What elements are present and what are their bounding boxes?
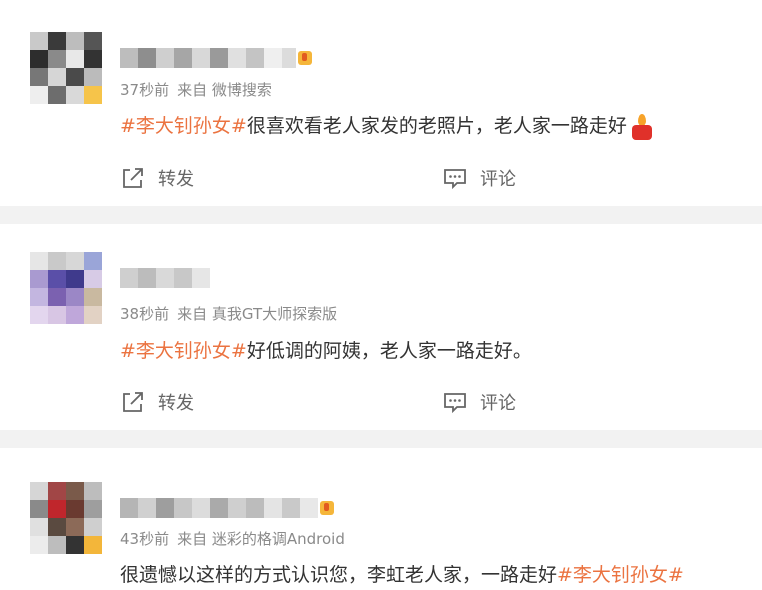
hashtag-link[interactable]: #李大钊孙女# xyxy=(557,564,684,586)
avatar[interactable] xyxy=(30,482,102,554)
hashtag-link[interactable]: #李大钊孙女# xyxy=(120,115,247,137)
vip-badge-icon xyxy=(320,501,334,515)
username[interactable] xyxy=(120,268,210,288)
post-time: 43秒前 xyxy=(120,530,170,548)
comment-label: 评论 xyxy=(480,393,516,414)
username[interactable] xyxy=(120,48,312,68)
hashtag-link[interactable]: #李大钊孙女# xyxy=(120,340,247,362)
post-body: 好低调的阿姨，老人家一路走好。 xyxy=(246,340,532,362)
post-text: 很遗憾以这样的方式认识您，李虹老人家，一路走好#李大钊孙女# xyxy=(120,560,684,587)
post-source: 来自 真我GT大师探索版 xyxy=(177,305,338,323)
post-body: 很遗憾以这样的方式认识您，李虹老人家，一路走好 xyxy=(120,564,558,586)
candle-icon xyxy=(631,113,653,140)
post-time: 38秒前 xyxy=(120,305,170,323)
repost-icon xyxy=(123,392,143,412)
repost-button[interactable]: 转发 xyxy=(120,164,194,192)
post-meta: 38秒前 来自 真我GT大师探索版 xyxy=(120,303,337,324)
avatar[interactable] xyxy=(30,252,102,324)
repost-button[interactable]: 转发 xyxy=(120,388,194,416)
comment-label: 评论 xyxy=(480,169,516,190)
post-time: 37秒前 xyxy=(120,81,170,99)
post-card: 43秒前 来自 迷彩的格调Android 很遗憾以这样的方式认识您，李虹老人家，一… xyxy=(0,448,762,590)
avatar[interactable] xyxy=(30,32,102,104)
post-card: 38秒前 来自 真我GT大师探索版 #李大钊孙女#好低调的阿姨，老人家一路走好。 … xyxy=(0,224,762,430)
repost-label: 转发 xyxy=(158,169,194,190)
post-actions: 转发 评论 xyxy=(120,388,760,416)
post-card: 37秒前 来自 微博搜索 #李大钊孙女#很喜欢看老人家发的老照片，老人家一路走好 … xyxy=(0,0,762,206)
post-body: 很喜欢看老人家发的老照片，老人家一路走好 xyxy=(246,115,627,137)
post-text: #李大钊孙女#很喜欢看老人家发的老照片，老人家一路走好 xyxy=(120,111,653,140)
comment-button[interactable]: 评论 xyxy=(442,388,516,416)
repost-label: 转发 xyxy=(158,393,194,414)
post-actions: 转发 评论 xyxy=(120,164,760,192)
vip-badge-icon xyxy=(298,51,312,65)
repost-icon xyxy=(123,168,143,188)
comment-icon xyxy=(444,393,466,414)
comment-button[interactable]: 评论 xyxy=(442,164,516,192)
post-source: 来自 微博搜索 xyxy=(177,81,272,99)
post-meta: 43秒前 来自 迷彩的格调Android xyxy=(120,528,345,549)
post-meta: 37秒前 来自 微博搜索 xyxy=(120,79,272,100)
post-text: #李大钊孙女#好低调的阿姨，老人家一路走好。 xyxy=(120,336,532,363)
comment-icon xyxy=(444,169,466,190)
post-source: 来自 迷彩的格调Android xyxy=(177,530,345,548)
username[interactable] xyxy=(120,498,334,518)
